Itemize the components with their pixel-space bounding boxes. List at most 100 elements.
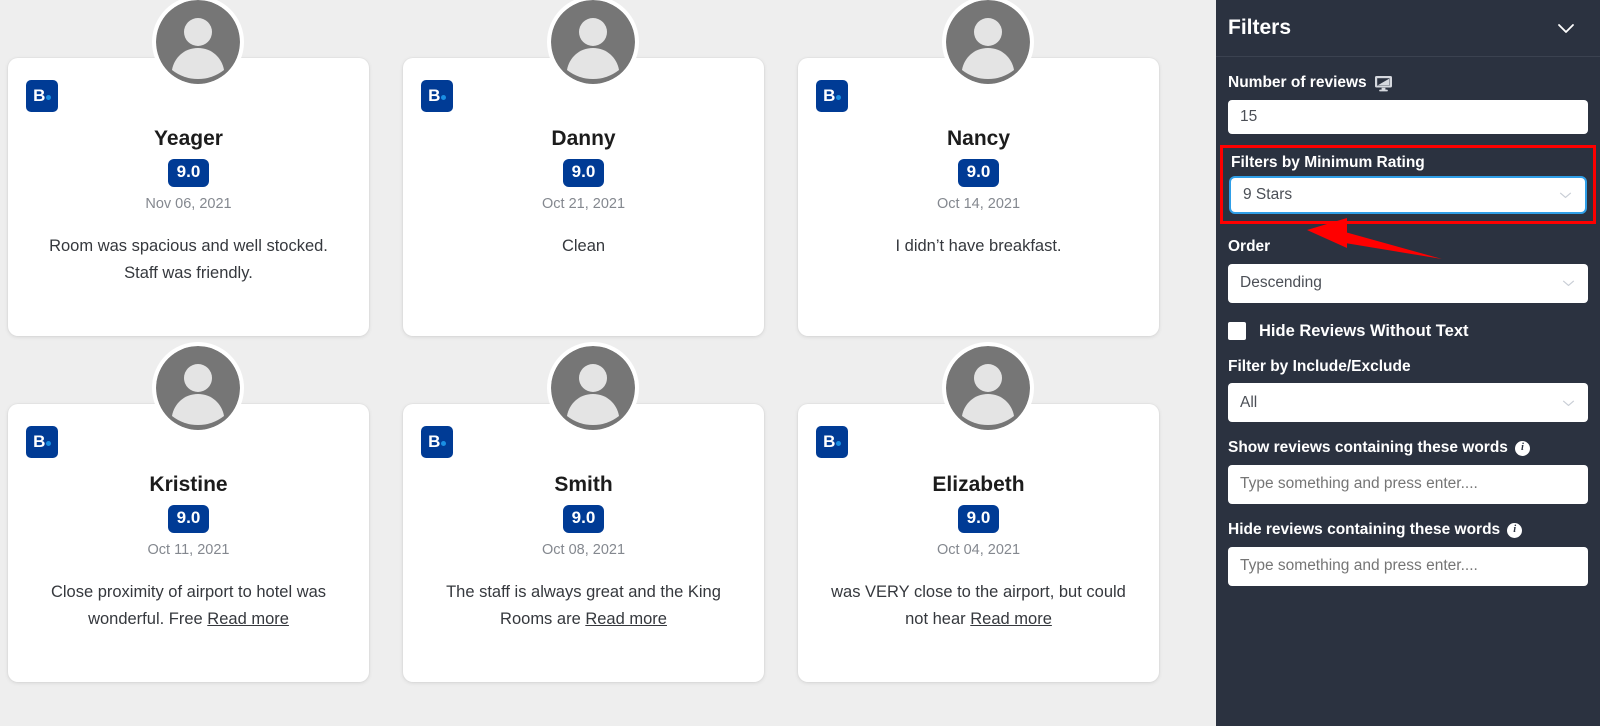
reviews-pane: B Yeager 9.0 Nov 06, 2021 Room was spaci… — [0, 0, 1216, 726]
filter-number-of-reviews: Number of reviews 15 — [1228, 74, 1588, 134]
review-card-body: Smith 9.0 Oct 08, 2021 The staff is alwa… — [403, 472, 764, 634]
review-text: The staff is always great and the King R… — [425, 579, 742, 634]
review-card-slot: B Nancy 9.0 Oct 14, 2021 I didn’t have b… — [790, 0, 1185, 346]
order-select[interactable]: Descending — [1228, 263, 1588, 303]
booking-logo-icon: B — [816, 426, 848, 458]
minimum-rating-select[interactable]: 9 Stars — [1231, 178, 1585, 213]
booking-logo-icon: B — [816, 80, 848, 112]
review-score-badge: 9.0 — [562, 159, 605, 187]
review-filter-app: B Yeager 9.0 Nov 06, 2021 Room was spaci… — [0, 0, 1600, 726]
monitor-icon[interactable] — [1374, 75, 1393, 92]
show-words-input[interactable] — [1228, 464, 1588, 504]
review-score-badge: 9.0 — [562, 505, 605, 533]
number-of-reviews-label-text: Number of reviews — [1228, 74, 1367, 91]
review-card-body: Danny 9.0 Oct 21, 2021 Clean — [403, 126, 764, 260]
review-text-content: The staff is always great and the King R… — [446, 582, 721, 629]
show-words-label: Show reviews containing these words i — [1228, 439, 1588, 458]
avatar — [945, 346, 1030, 430]
filter-order: Order Descending — [1228, 238, 1588, 303]
review-card[interactable]: B Yeager 9.0 Nov 06, 2021 Room was spaci… — [8, 58, 369, 336]
minimum-rating-label: Filters by Minimum Rating — [1231, 153, 1425, 171]
review-card-body: Kristine 9.0 Oct 11, 2021 Close proximit… — [8, 472, 369, 634]
reviewer-name: Smith — [554, 473, 613, 496]
chevron-down-icon — [1560, 394, 1577, 411]
hide-reviews-without-text-row[interactable]: Hide Reviews Without Text — [1228, 322, 1588, 341]
hide-reviews-without-text-checkbox[interactable] — [1228, 322, 1246, 341]
reviewer-name: Elizabeth — [932, 473, 1025, 496]
order-label: Order — [1228, 238, 1271, 256]
filters-title: Filters — [1228, 16, 1292, 39]
booking-logo-icon: B — [26, 426, 58, 458]
review-card[interactable]: B Danny 9.0 Oct 21, 2021 Clean — [403, 58, 764, 336]
show-words-label-text: Show reviews containing these words — [1228, 439, 1508, 457]
review-score-badge: 9.0 — [957, 505, 1000, 533]
review-date: Nov 06, 2021 — [145, 195, 232, 212]
filters-header: Filters — [1216, 0, 1600, 57]
review-card-body: Nancy 9.0 Oct 14, 2021 I didn’t have bre… — [798, 126, 1159, 260]
review-score-badge: 9.0 — [957, 159, 1000, 187]
read-more-link[interactable]: Read more — [970, 610, 1052, 628]
avatar — [155, 0, 240, 84]
review-score-badge: 9.0 — [167, 505, 210, 533]
review-card[interactable]: B Smith 9.0 Oct 08, 2021 The staff is al… — [403, 404, 764, 682]
review-text-content: Clean — [561, 236, 606, 255]
review-text: I didn’t have breakfast. — [820, 233, 1137, 261]
filter-hide-words: Hide reviews containing these words i — [1228, 521, 1588, 586]
info-icon[interactable]: i — [1507, 522, 1523, 538]
minimum-rating-highlight: Filters by Minimum Rating 9 Stars — [1220, 144, 1596, 225]
avatar — [155, 346, 240, 430]
filters-sidebar: Filters Number of reviews 15 Filters by … — [1216, 0, 1600, 726]
review-card[interactable]: B Elizabeth 9.0 Oct 04, 2021 was VERY cl… — [798, 404, 1159, 682]
chevron-down-icon — [1560, 275, 1577, 292]
reviewer-name: Yeager — [154, 127, 223, 150]
minimum-rating-value: 9 Stars — [1243, 186, 1293, 204]
read-more-link[interactable]: Read more — [207, 610, 289, 628]
booking-logo-icon: B — [26, 80, 58, 112]
review-card-body: Yeager 9.0 Nov 06, 2021 Room was spaciou… — [8, 126, 369, 288]
order-value: Descending — [1240, 274, 1322, 292]
reviewer-name: Kristine — [149, 473, 228, 496]
review-date: Oct 04, 2021 — [936, 541, 1021, 558]
reviews-grid: B Yeager 9.0 Nov 06, 2021 Room was spaci… — [0, 0, 1216, 692]
hide-words-label: Hide reviews containing these words i — [1228, 521, 1588, 540]
avatar — [945, 0, 1030, 84]
reviewer-name: Danny — [551, 127, 616, 150]
avatar — [550, 346, 635, 430]
hide-reviews-without-text-label: Hide Reviews Without Text — [1259, 321, 1469, 340]
review-text: Clean — [425, 233, 742, 261]
read-more-link[interactable]: Read more — [585, 610, 667, 628]
review-date: Oct 08, 2021 — [541, 541, 626, 558]
review-score-badge: 9.0 — [167, 159, 210, 187]
review-text: Room was spacious and well stocked. Staf… — [30, 233, 347, 288]
review-card-slot: B Danny 9.0 Oct 21, 2021 Clean — [395, 0, 790, 346]
include-exclude-value: All — [1240, 393, 1258, 411]
review-card[interactable]: B Kristine 9.0 Oct 11, 2021 Close proxim… — [8, 404, 369, 682]
avatar — [550, 0, 635, 84]
include-exclude-label: Filter by Include/Exclude — [1228, 357, 1411, 375]
review-text-content: Room was spacious and well stocked. Staf… — [49, 236, 328, 283]
review-card-body: Elizabeth 9.0 Oct 04, 2021 was VERY clos… — [798, 472, 1159, 634]
number-of-reviews-input[interactable]: 15 — [1228, 99, 1588, 134]
filter-show-words: Show reviews containing these words i — [1228, 439, 1588, 504]
review-text: was VERY close to the airport, but could… — [820, 579, 1137, 634]
filter-include-exclude: Filter by Include/Exclude All — [1228, 358, 1588, 423]
collapse-filters-button[interactable] — [1554, 16, 1578, 40]
info-icon[interactable]: i — [1514, 441, 1530, 457]
review-card[interactable]: B Nancy 9.0 Oct 14, 2021 I didn’t have b… — [798, 58, 1159, 336]
include-exclude-select[interactable]: All — [1228, 383, 1588, 423]
review-text: Close proximity of airport to hotel was … — [30, 579, 347, 634]
hide-words-label-text: Hide reviews containing these words — [1228, 520, 1501, 538]
hide-words-input[interactable] — [1228, 546, 1588, 586]
review-card-slot: B Kristine 9.0 Oct 11, 2021 Close proxim… — [0, 346, 395, 692]
chevron-down-icon — [1558, 24, 1574, 33]
review-card-slot: B Smith 9.0 Oct 08, 2021 The staff is al… — [395, 346, 790, 692]
review-card-slot: B Elizabeth 9.0 Oct 04, 2021 was VERY cl… — [790, 346, 1185, 692]
filters-body: Number of reviews 15 Filters by Minimum … — [1216, 74, 1600, 586]
number-of-reviews-label: Number of reviews — [1228, 74, 1588, 93]
booking-logo-icon: B — [421, 80, 453, 112]
review-text-content: I didn’t have breakfast. — [895, 236, 1062, 255]
review-card-slot: B Yeager 9.0 Nov 06, 2021 Room was spaci… — [0, 0, 395, 346]
review-date: Oct 11, 2021 — [147, 541, 230, 558]
chevron-down-icon — [1557, 187, 1574, 204]
booking-logo-icon: B — [421, 426, 453, 458]
